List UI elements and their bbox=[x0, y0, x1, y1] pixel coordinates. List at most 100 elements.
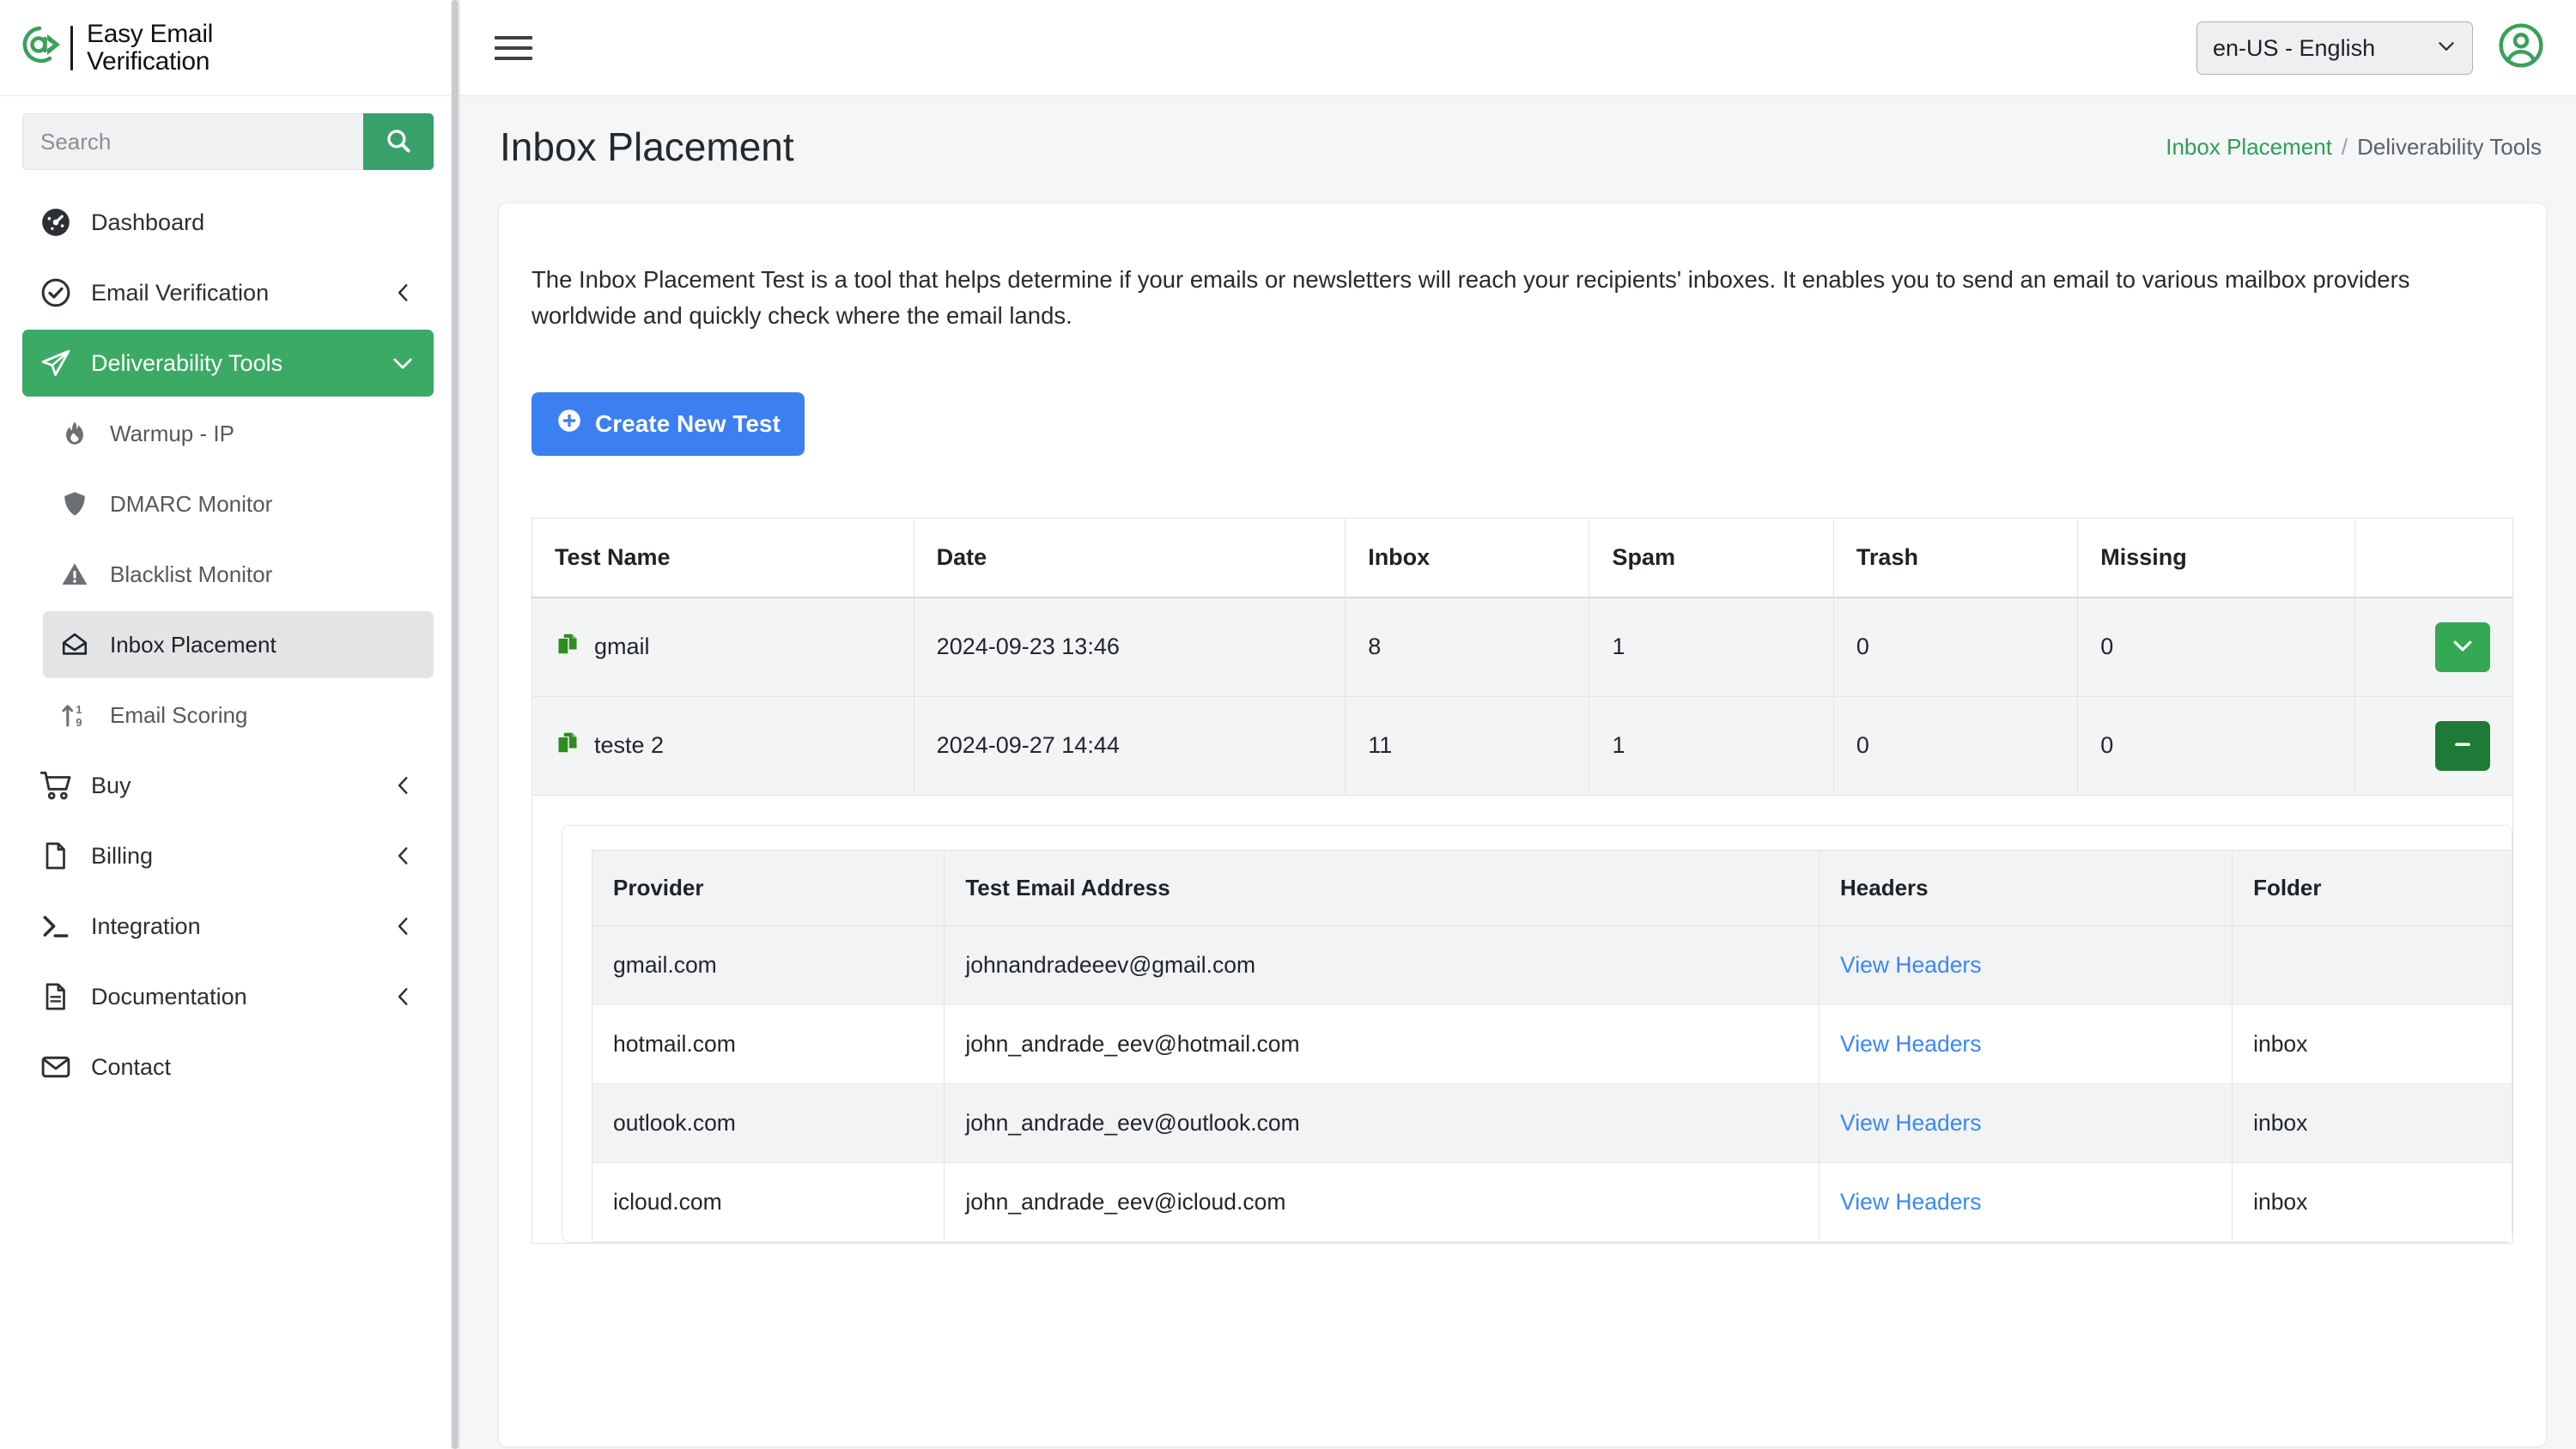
breadcrumb-separator: / bbox=[2341, 133, 2348, 160]
copy-icon[interactable] bbox=[555, 631, 580, 663]
cell-headers: View Headers bbox=[1819, 925, 2233, 1005]
brand-line-2: Verification bbox=[87, 46, 210, 76]
envelope-icon bbox=[39, 1051, 79, 1083]
sidebar-item-deliverability-tools[interactable]: Deliverability Tools bbox=[22, 330, 434, 397]
sidebar-item-email-scoring[interactable]: 1 9 Email Scoring bbox=[43, 682, 434, 749]
create-new-test-button[interactable]: Create New Test bbox=[532, 391, 805, 456]
open-envelope-icon bbox=[60, 630, 96, 659]
svg-text:9: 9 bbox=[76, 716, 82, 729]
sidebar-item-dashboard[interactable]: Dashboard bbox=[22, 189, 434, 256]
sidebar-item-dmarc-monitor[interactable]: DMARC Monitor bbox=[43, 470, 434, 537]
brand-header[interactable]: Easy Email Verification bbox=[0, 0, 459, 96]
breadcrumb-current[interactable]: Inbox Placement bbox=[2166, 134, 2332, 161]
file-icon bbox=[39, 840, 79, 871]
search-input[interactable] bbox=[22, 113, 363, 170]
breadcrumb-parent[interactable]: Deliverability Tools bbox=[2357, 134, 2542, 161]
dashboard-gauge-icon bbox=[39, 206, 79, 239]
chevron-down-icon bbox=[2450, 633, 2476, 661]
cell-inbox: 8 bbox=[1345, 597, 1590, 697]
column-header-trash[interactable]: Trash bbox=[1833, 518, 2079, 598]
column-header-missing[interactable]: Missing bbox=[2077, 518, 2356, 598]
chevron-left-icon[interactable] bbox=[392, 985, 415, 1008]
chevron-left-icon[interactable] bbox=[392, 282, 415, 304]
sidebar-item-integration[interactable]: Integration bbox=[22, 893, 434, 960]
sidebar-item-label: Blacklist Monitor bbox=[110, 561, 273, 587]
sidebar-scrollbar-track[interactable] bbox=[451, 0, 459, 1449]
search-container bbox=[0, 96, 459, 184]
column-header-date[interactable]: Date bbox=[914, 518, 1346, 598]
tests-table-body: gmail 2024-09-23 13:46 8 1 0 0 teste 2 2… bbox=[532, 597, 2513, 1244]
warning-triangle-icon bbox=[60, 560, 96, 589]
tests-table-header-row: Test Name Date Inbox Spam Trash Missing bbox=[532, 518, 2513, 598]
column-header-headers[interactable]: Headers bbox=[1819, 850, 2233, 926]
view-headers-link[interactable]: View Headers bbox=[1840, 1189, 1982, 1215]
sidebar-item-inbox-placement[interactable]: Inbox Placement bbox=[43, 611, 434, 678]
account-button[interactable] bbox=[2497, 21, 2545, 74]
sidebar-item-label: Deliverability Tools bbox=[91, 349, 283, 376]
sidebar-item-label: Email Scoring bbox=[110, 701, 248, 728]
table-row: hotmail.com john_andrade_eev@hotmail.com… bbox=[592, 1004, 2512, 1084]
sidebar-item-label: Dashboard bbox=[91, 209, 205, 235]
sidebar-item-documentation[interactable]: Documentation bbox=[22, 963, 434, 1030]
sidebar-item-buy[interactable]: Buy bbox=[22, 752, 434, 819]
column-header-folder[interactable]: Folder bbox=[2232, 850, 2512, 926]
sidebar-item-label: Warmup - IP bbox=[110, 420, 234, 446]
column-header-test-email-address[interactable]: Test Email Address bbox=[944, 850, 1820, 926]
brand-divider bbox=[70, 25, 73, 70]
column-header-inbox[interactable]: Inbox bbox=[1345, 518, 1590, 598]
collapse-row-button[interactable] bbox=[2435, 720, 2490, 771]
search-button[interactable] bbox=[363, 113, 434, 170]
brand-logo: Easy Email Verification bbox=[19, 21, 213, 75]
table-row[interactable]: teste 2 2024-09-27 14:44 11 1 0 0 bbox=[532, 696, 2513, 796]
sidebar-item-label: Billing bbox=[91, 842, 154, 869]
expand-row-button[interactable] bbox=[2435, 621, 2490, 672]
table-row[interactable]: gmail 2024-09-23 13:46 8 1 0 0 bbox=[532, 597, 2513, 697]
view-headers-link[interactable]: View Headers bbox=[1840, 1031, 1982, 1057]
copy-icon[interactable] bbox=[555, 730, 580, 761]
minus-icon bbox=[2450, 731, 2476, 760]
detail-card: Provider Test Email Address Headers Fold… bbox=[562, 824, 2512, 1243]
language-selector[interactable]: en-US - English bbox=[2196, 21, 2473, 75]
sidebar-item-warmup-ip[interactable]: Warmup - IP bbox=[43, 400, 434, 467]
sidebar-nav: Dashboard Email Verification Deliverabil… bbox=[0, 184, 459, 1100]
sidebar-scrollbar-thumb[interactable] bbox=[452, 0, 459, 1449]
sidebar-item-billing[interactable]: Billing bbox=[22, 822, 434, 889]
content-card: The Inbox Placement Test is a tool that … bbox=[498, 203, 2547, 1447]
chevron-left-icon[interactable] bbox=[392, 915, 415, 937]
providers-table-header-row: Provider Test Email Address Headers Fold… bbox=[592, 850, 2512, 926]
chevron-left-icon[interactable] bbox=[392, 845, 415, 867]
cell-test-email-address: john_andrade_eev@outlook.com bbox=[944, 1083, 1820, 1163]
language-select-input[interactable]: en-US - English bbox=[2196, 21, 2473, 75]
cell-trash: 0 bbox=[1833, 597, 2079, 697]
view-headers-link[interactable]: View Headers bbox=[1840, 1110, 1982, 1136]
sidebar: Easy Email Verification Search Dashboard… bbox=[0, 0, 460, 1449]
intro-text: The Inbox Placement Test is a tool that … bbox=[532, 265, 2410, 329]
tests-table: Test Name Date Inbox Spam Trash Missing bbox=[532, 517, 2513, 1244]
hamburger-icon[interactable] bbox=[495, 31, 532, 65]
cell-folder bbox=[2232, 925, 2512, 1005]
providers-table-body: gmail.com johnandradeeev@gmail.com View … bbox=[592, 925, 2512, 1242]
shopping-cart-icon bbox=[39, 768, 79, 803]
test-name-label: gmail bbox=[594, 634, 650, 660]
cell-folder: inbox bbox=[2232, 1162, 2512, 1242]
flame-icon bbox=[60, 419, 96, 448]
sidebar-item-blacklist-monitor[interactable]: Blacklist Monitor bbox=[43, 541, 434, 608]
user-circle-icon bbox=[2497, 21, 2545, 74]
detail-panel: Provider Test Email Address Headers Fold… bbox=[532, 795, 2513, 1244]
chevron-down-icon[interactable] bbox=[391, 351, 415, 375]
column-header-spam[interactable]: Spam bbox=[1589, 518, 1834, 598]
chevron-left-icon[interactable] bbox=[392, 774, 415, 797]
column-header-test-name[interactable]: Test Name bbox=[532, 518, 914, 598]
brand-name: Easy Email Verification bbox=[87, 21, 213, 75]
sidebar-item-label: DMARC Monitor bbox=[110, 490, 273, 517]
view-headers-link[interactable]: View Headers bbox=[1840, 952, 1982, 978]
sidebar-item-email-verification[interactable]: Email Verification bbox=[22, 259, 434, 326]
cell-provider: hotmail.com bbox=[592, 1004, 945, 1084]
expanded-detail-row: Provider Test Email Address Headers Fold… bbox=[532, 795, 2513, 1244]
providers-table: Provider Test Email Address Headers Fold… bbox=[592, 849, 2512, 1242]
sidebar-item-contact[interactable]: Contact bbox=[22, 1034, 434, 1100]
cell-test-email-address: johnandradeeev@gmail.com bbox=[944, 925, 1820, 1005]
cell-provider: outlook.com bbox=[592, 1083, 945, 1163]
cell-headers: View Headers bbox=[1819, 1083, 2233, 1163]
column-header-provider[interactable]: Provider bbox=[592, 850, 945, 926]
